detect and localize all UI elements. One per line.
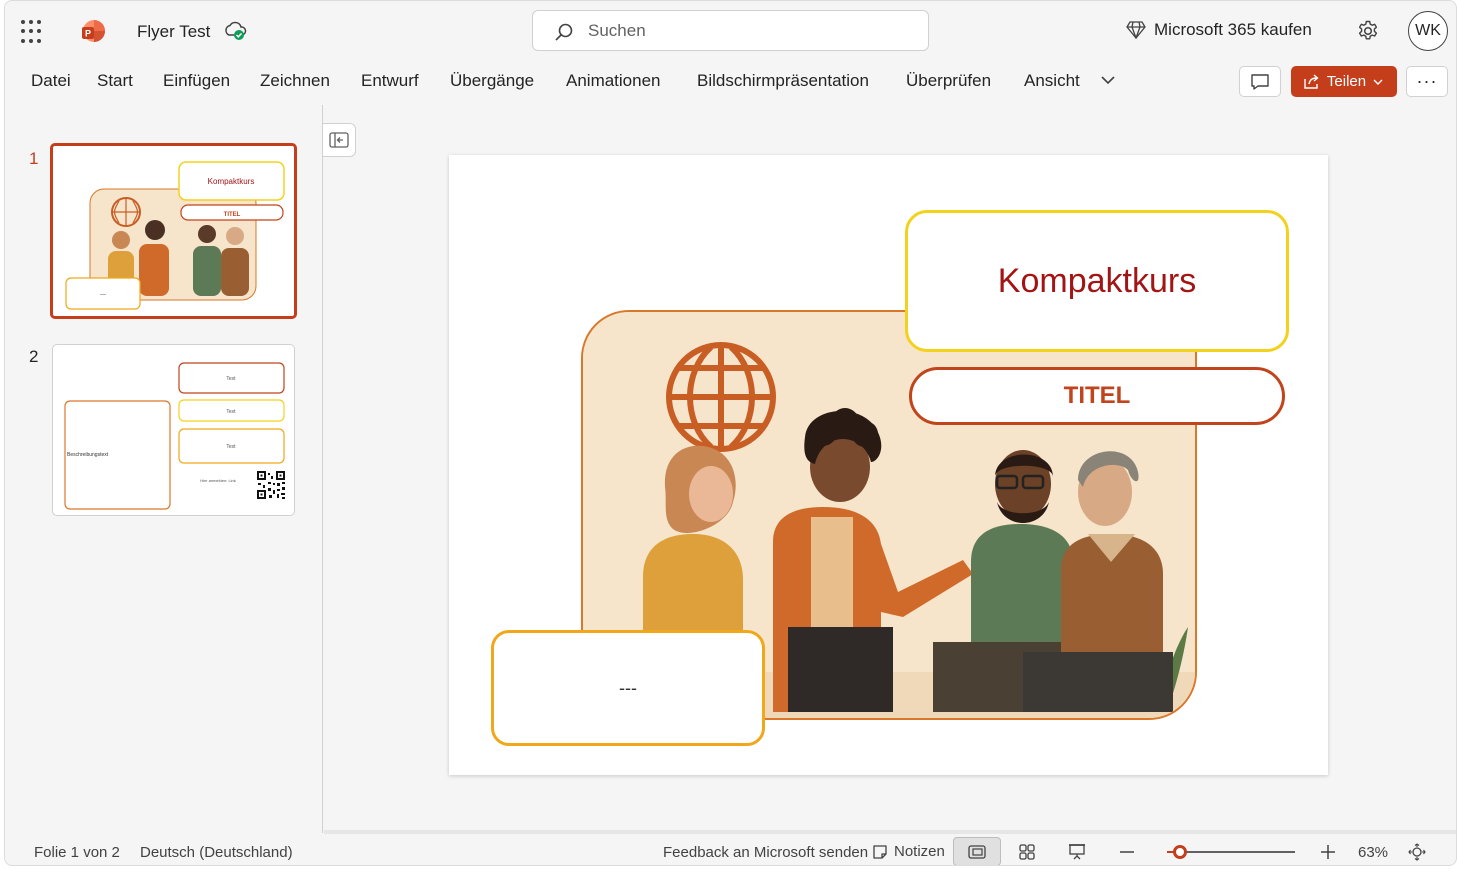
presenter-view-button[interactable] — [1053, 837, 1101, 865]
tab-ansicht[interactable]: Ansicht — [1024, 71, 1080, 91]
slide-subtitle: TITEL — [1063, 382, 1131, 409]
buy-microsoft-365-button[interactable]: Microsoft 365 kaufen — [1126, 20, 1312, 40]
slide-thumbnail-2[interactable]: Text Text Text Beschreibungstext Hier an… — [52, 344, 295, 516]
zoom-slider-thumb[interactable] — [1173, 845, 1187, 859]
thumbnail-2-box-2: Text — [226, 409, 236, 415]
status-bar: Folie 1 von 2 Deutsch (Deutschland) Feed… — [5, 837, 1456, 865]
sorter-view-icon — [1019, 843, 1035, 860]
app-launcher-icon[interactable] — [21, 20, 45, 44]
fit-slide-icon[interactable] — [1408, 843, 1426, 861]
thumbnail-number: 2 — [29, 347, 39, 366]
notes-icon — [873, 844, 887, 859]
cloud-saved-icon[interactable] — [223, 20, 247, 42]
zoom-out-icon[interactable] — [1119, 845, 1135, 859]
title-bar: P Flyer Test Microsoft 365 kaufen WK — [5, 1, 1456, 61]
tab-start[interactable]: Start — [97, 71, 133, 91]
thumbnail-title: Kompaktkurs — [208, 177, 255, 186]
slide-subtitle-box[interactable]: TITEL — [909, 367, 1285, 425]
thumbnail-2-box-1: Text — [226, 376, 236, 382]
horizontal-divider — [324, 830, 1456, 834]
thumbnail-subtitle: TITEL — [224, 212, 241, 218]
globe-icon — [666, 342, 776, 452]
slide-placeholder-text: --- — [619, 677, 637, 698]
search-icon — [555, 23, 573, 41]
tab-einfuegen[interactable]: Einfügen — [163, 71, 230, 91]
slide-title: Kompaktkurs — [997, 261, 1197, 300]
tab-uebergaenge[interactable]: Übergänge — [450, 71, 534, 91]
comment-icon — [1251, 73, 1269, 90]
qr-code-icon — [257, 471, 285, 499]
normal-view-button[interactable] — [953, 837, 1001, 865]
share-button[interactable]: Teilen — [1291, 66, 1397, 97]
tab-bildschirmpraesentation[interactable]: Bildschirmpräsentation — [697, 71, 869, 91]
powerpoint-window: P Flyer Test Microsoft 365 kaufen WK — [4, 0, 1457, 866]
tab-ueberpruefen[interactable]: Überprüfen — [906, 71, 991, 91]
thumbnail-2-box-3: Text — [226, 444, 236, 450]
slide-canvas[interactable]: Kompaktkurs TITEL --- — [449, 155, 1328, 775]
svg-text:P: P — [85, 29, 91, 39]
chevron-down-icon — [1373, 79, 1383, 85]
slide-thumbnails-panel: 1 Kompaktkurs TITEL --- 2 Text Text Text… — [5, 105, 323, 833]
buy-label: Microsoft 365 kaufen — [1154, 20, 1312, 39]
tab-datei[interactable]: Datei — [31, 71, 71, 91]
presenter-view-icon — [1069, 843, 1085, 859]
notes-button[interactable]: Notizen — [872, 843, 945, 860]
zoom-level[interactable]: 63% — [1358, 844, 1388, 861]
share-icon — [1304, 74, 1319, 89]
search-box[interactable] — [532, 10, 929, 51]
collapse-panel-icon — [329, 132, 349, 148]
slide-title-box[interactable]: Kompaktkurs — [905, 210, 1289, 352]
comments-button[interactable] — [1239, 66, 1281, 97]
slide-thumbnail-1[interactable]: Kompaktkurs TITEL --- — [50, 143, 297, 319]
diamond-icon — [1126, 21, 1146, 39]
search-input[interactable] — [588, 19, 908, 43]
more-icon: ··· — [1416, 71, 1438, 91]
thumbnail-2-preview: Text Text Text Beschreibungstext Hier an… — [64, 362, 285, 510]
collapse-thumbnails-button[interactable] — [323, 123, 356, 157]
slide-text-box[interactable]: --- — [491, 630, 765, 746]
feedback-link[interactable]: Feedback an Microsoft senden — [663, 844, 868, 861]
powerpoint-logo-icon: P — [82, 20, 105, 42]
avatar[interactable]: WK — [1408, 11, 1448, 51]
thumbnail-1-preview: Kompaktkurs TITEL --- — [65, 161, 285, 310]
more-options-button[interactable]: ··· — [1406, 66, 1448, 97]
tab-animationen[interactable]: Animationen — [566, 71, 661, 91]
slide-counter: Folie 1 von 2 — [34, 844, 120, 861]
zoom-in-icon[interactable] — [1320, 844, 1336, 860]
thumbnail-box: --- — [100, 292, 106, 298]
tab-entwurf[interactable]: Entwurf — [361, 71, 419, 91]
thumbnail-2-register-text: Hier anmelden: Link — [200, 478, 236, 483]
document-title[interactable]: Flyer Test — [137, 22, 210, 42]
gear-icon[interactable] — [1356, 19, 1380, 43]
language-indicator[interactable]: Deutsch (Deutschland) — [140, 844, 293, 861]
chevron-down-icon[interactable] — [1099, 71, 1117, 89]
thumbnail-number: 1 — [29, 149, 39, 168]
normal-view-icon — [968, 844, 986, 859]
thumbnail-2-description: Beschreibungstext — [67, 452, 109, 458]
tab-zeichnen[interactable]: Zeichnen — [260, 71, 330, 91]
share-label: Teilen — [1326, 73, 1367, 90]
slide-sorter-button[interactable] — [1003, 837, 1051, 865]
notes-label: Notizen — [894, 843, 945, 860]
